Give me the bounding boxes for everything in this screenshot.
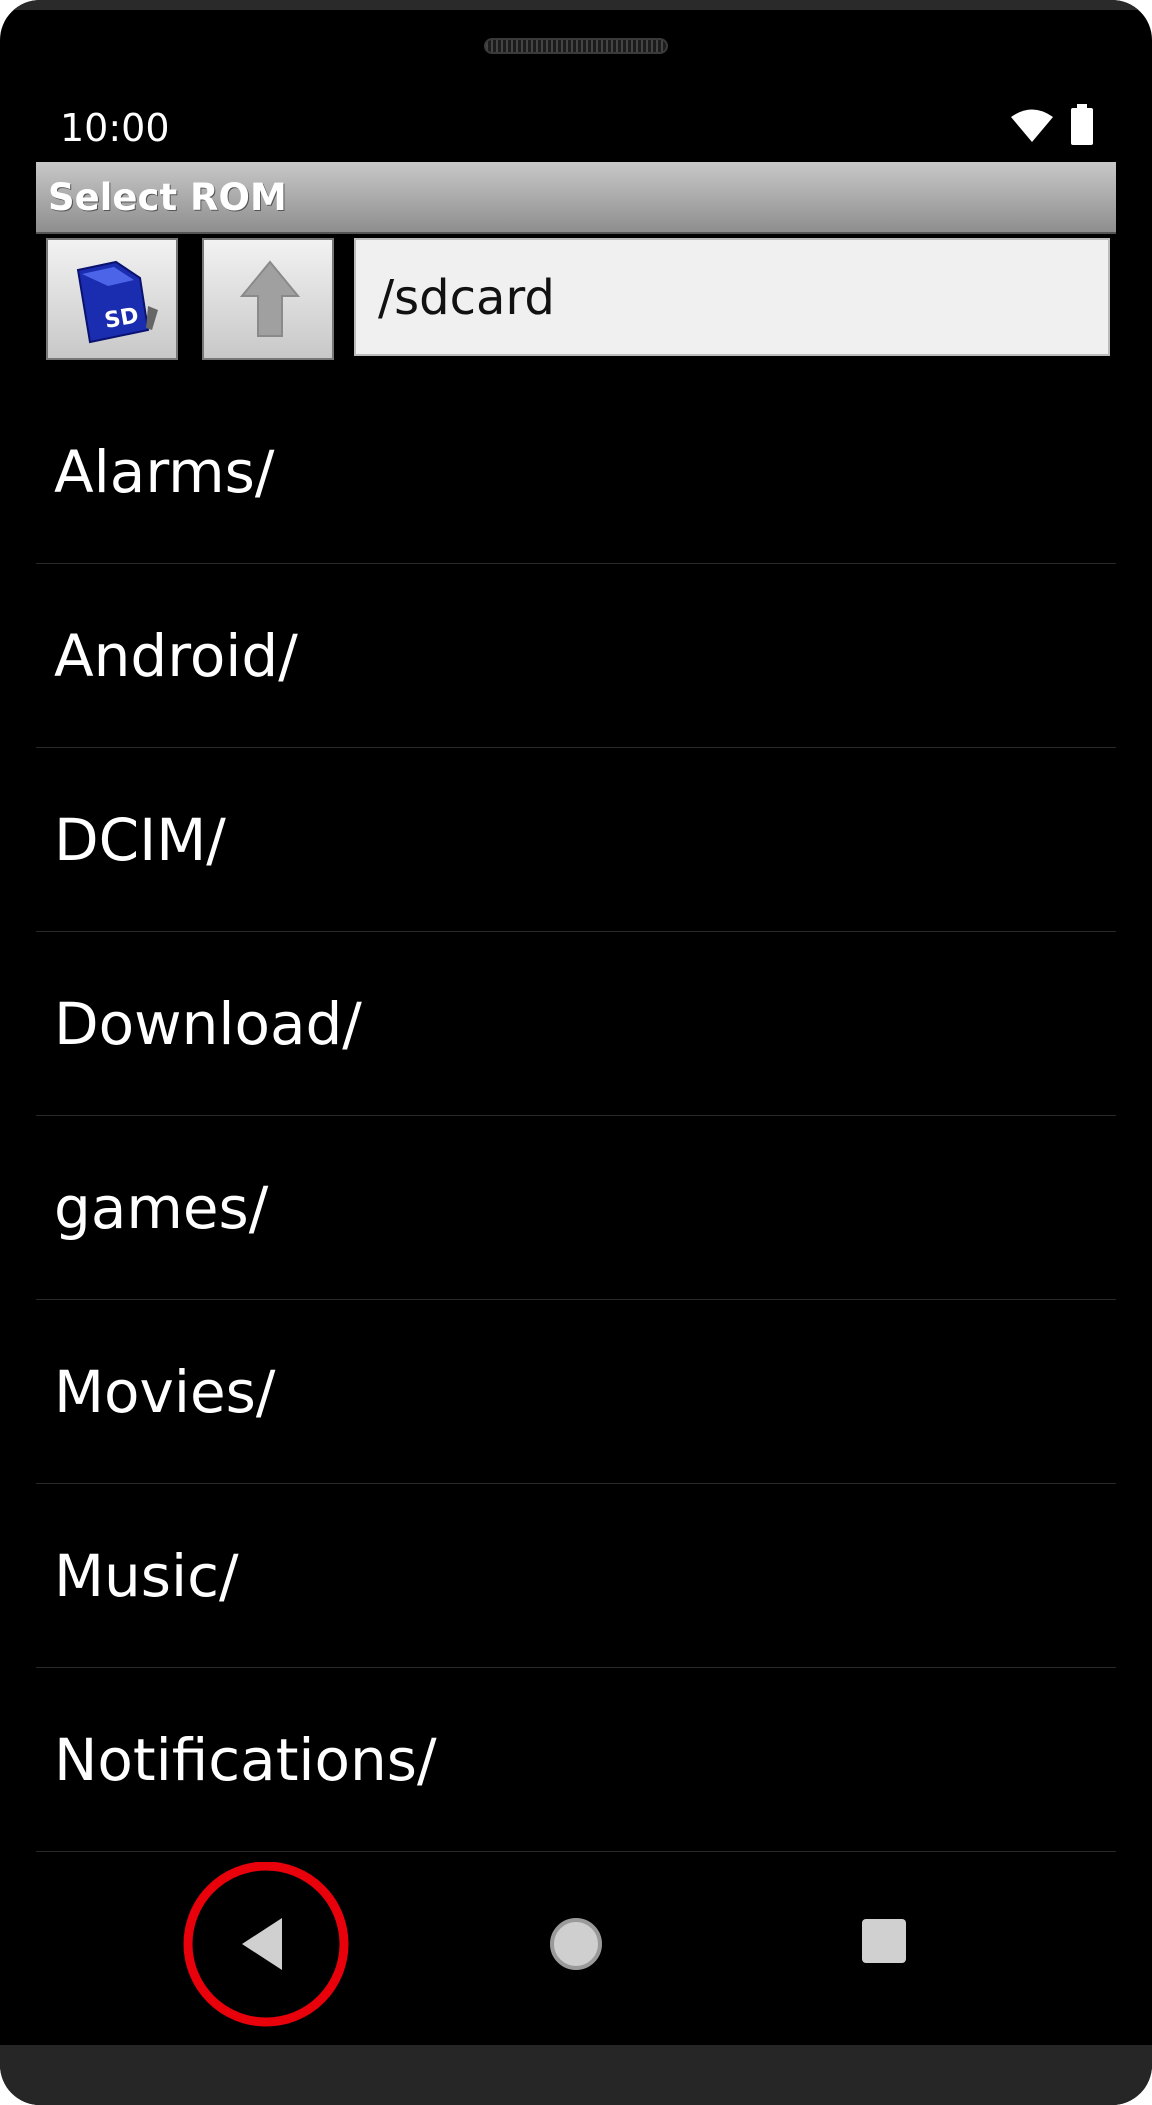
navigation-bar — [0, 1862, 1152, 2042]
device-frame-bottom — [0, 2045, 1152, 2105]
list-item-label: Alarms/ — [54, 438, 275, 506]
list-item-label: Movies/ — [54, 1358, 276, 1426]
dialog-title: Select ROM — [48, 176, 287, 219]
status-time: 10:00 — [60, 106, 170, 150]
list-item-notifications[interactable]: Notifications/ — [36, 1668, 1116, 1852]
back-triangle-icon — [242, 1918, 282, 1970]
list-item-label: DCIM/ — [54, 806, 226, 874]
status-bar: 10:00 — [36, 100, 1116, 160]
back-button[interactable] — [178, 1862, 354, 2038]
recents-square-icon — [862, 1919, 906, 1963]
list-item-download[interactable]: Download/ — [36, 932, 1116, 1116]
list-item-label: Android/ — [54, 622, 298, 690]
speaker-grille — [484, 38, 668, 54]
list-item-music[interactable]: Music/ — [36, 1484, 1116, 1668]
phone-device: 10:00 Select ROM SD /sdcard Alarms/ Andr… — [0, 0, 1152, 2105]
list-item-label: Music/ — [54, 1542, 239, 1610]
list-item-label: games/ — [54, 1174, 269, 1242]
list-item-label: Notifications/ — [54, 1726, 437, 1794]
home-circle-icon — [550, 1918, 602, 1970]
sd-card-icon: SD — [76, 260, 158, 344]
home-button[interactable] — [546, 1914, 606, 1974]
parent-folder-button[interactable] — [202, 238, 334, 360]
device-frame-top — [0, 0, 1152, 10]
recents-button[interactable] — [860, 1917, 910, 1967]
list-item-alarms[interactable]: Alarms/ — [36, 380, 1116, 564]
sd-card-button[interactable]: SD — [46, 238, 178, 360]
arrow-up-icon — [239, 260, 301, 337]
battery-icon — [1071, 104, 1093, 145]
list-item-movies[interactable]: Movies/ — [36, 1300, 1116, 1484]
file-list: Alarms/ Android/ DCIM/ Download/ games/ … — [36, 380, 1116, 1852]
list-item-android[interactable]: Android/ — [36, 564, 1116, 748]
list-item-label: Download/ — [54, 990, 362, 1058]
list-item-games[interactable]: games/ — [36, 1116, 1116, 1300]
dialog-title-bar: Select ROM — [36, 162, 1116, 234]
wifi-icon — [1011, 109, 1053, 142]
list-item-dcim[interactable]: DCIM/ — [36, 748, 1116, 932]
current-path-field[interactable]: /sdcard — [354, 238, 1110, 356]
